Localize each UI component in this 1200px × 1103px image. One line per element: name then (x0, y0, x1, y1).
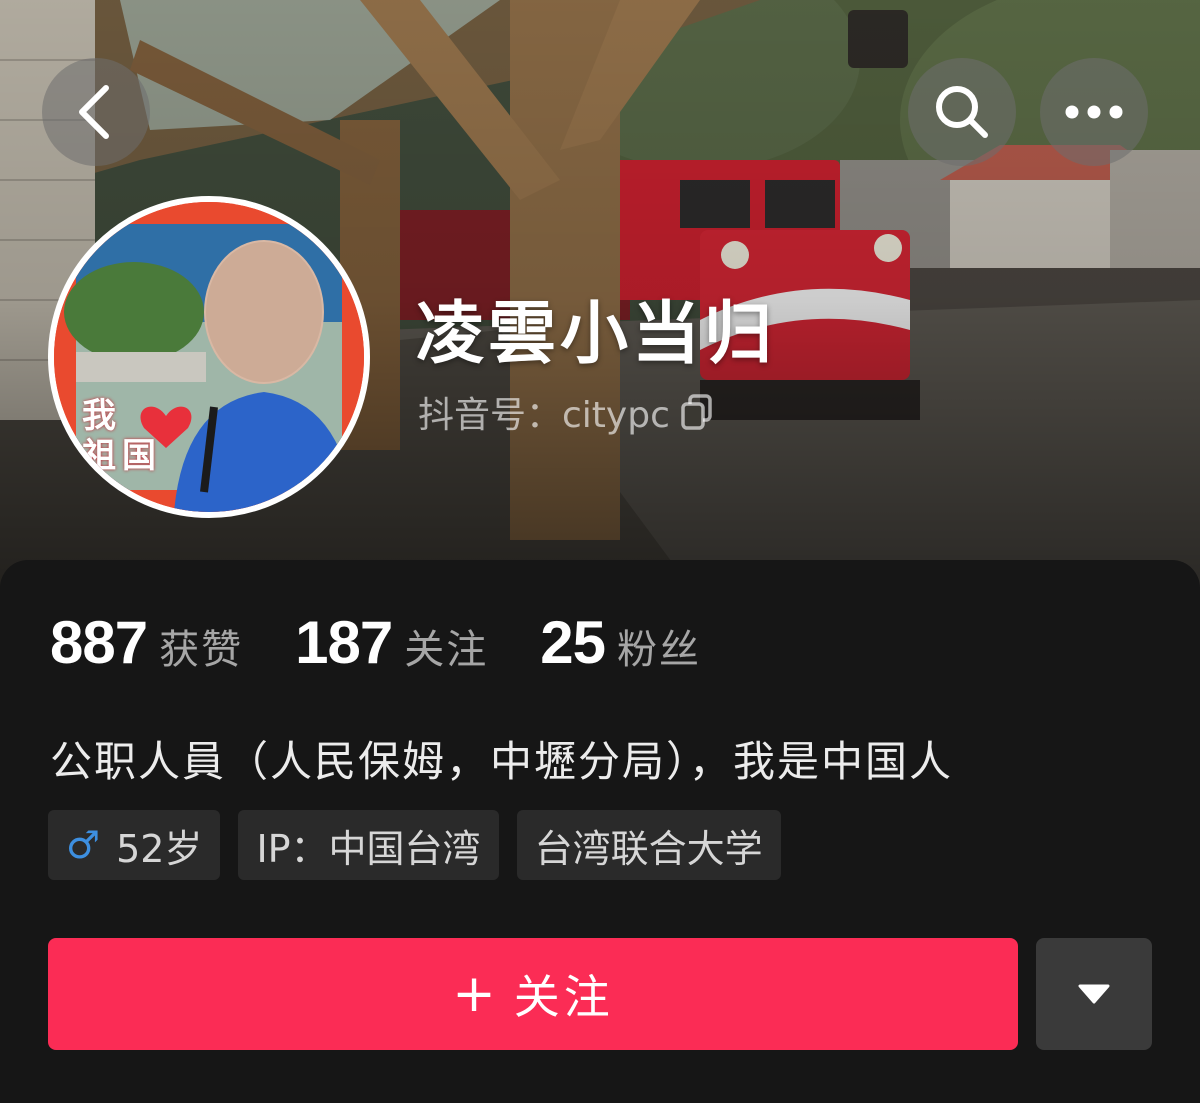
avatar-badge: 我 祖国 (82, 396, 162, 476)
back-button[interactable] (42, 58, 150, 166)
stat-likes[interactable]: 887 获赞 (50, 608, 243, 677)
profile-stats: 887 获赞 187 关注 25 粉丝 (50, 608, 753, 677)
stat-following-label: 关注 (404, 627, 489, 673)
douyin-id-label: 抖音号：citypc (418, 395, 670, 436)
search-button[interactable] (908, 58, 1016, 166)
stat-followers-value: 25 (540, 609, 606, 676)
profile-nickname: 凌雲小当归 (416, 295, 777, 374)
stat-likes-label: 获赞 (159, 627, 244, 673)
tag-age: 52岁 (116, 826, 203, 871)
follow-button[interactable]: + 关注 (48, 938, 1018, 1050)
stat-followers[interactable]: 25 粉丝 (540, 608, 701, 677)
back-icon (79, 85, 109, 139)
avatar-badge-line1: 我 (82, 396, 116, 436)
search-icon (936, 86, 988, 138)
chevron-down-icon (1078, 984, 1110, 1004)
stat-following-value: 187 (295, 609, 393, 676)
profile-bio: 公职人員（人民保姆，中壢分局），我是中国人 (50, 737, 954, 786)
more-icon (1065, 105, 1123, 119)
copy-icon[interactable] (680, 394, 714, 430)
plus-icon: + (452, 964, 500, 1024)
follow-options-button[interactable] (1036, 938, 1152, 1050)
tag-school[interactable]: 台湾联合大学 (516, 810, 781, 880)
stat-following[interactable]: 187 关注 (295, 608, 488, 677)
stat-followers-label: 粉丝 (616, 627, 701, 673)
more-options-button[interactable] (1040, 58, 1148, 166)
douyin-id-row[interactable]: 抖音号：citypc (418, 386, 714, 438)
avatar[interactable]: 我 祖国 (48, 196, 370, 518)
tag-ip: IP：中国台湾 (238, 810, 499, 880)
tag-gender-age: ♂ 52岁 (48, 810, 221, 880)
male-icon: ♂ (66, 823, 101, 867)
avatar-badge-line2: 祖国 (82, 436, 162, 476)
follow-button-label: 关注 (513, 970, 614, 1024)
stat-likes-value: 887 (50, 609, 148, 676)
profile-tags: ♂ 52岁 IP：中国台湾 台湾联合大学 (48, 810, 781, 880)
